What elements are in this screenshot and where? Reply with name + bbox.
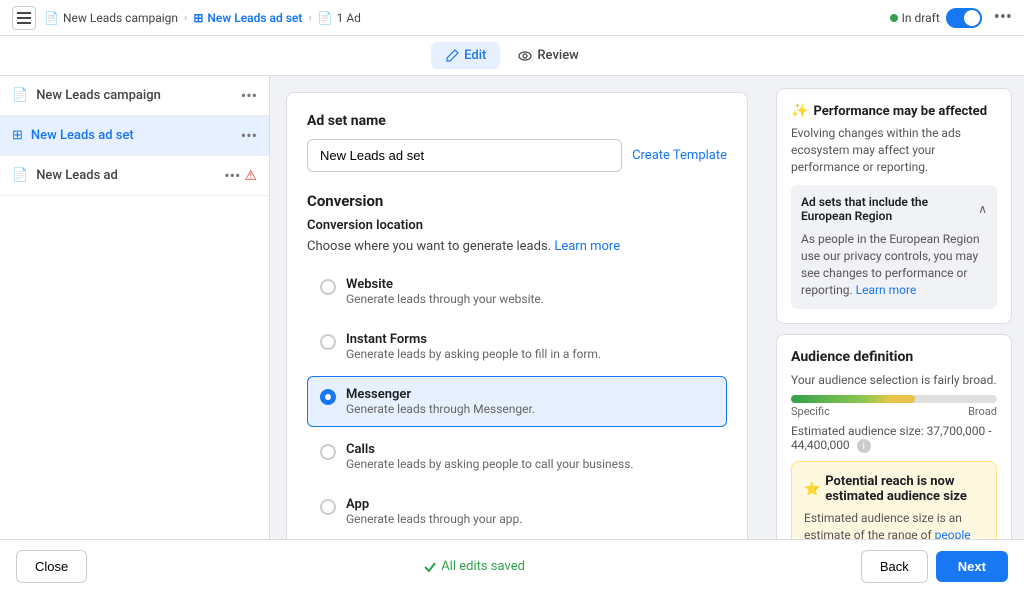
radio-messenger-desc: Generate leads through Messenger.	[346, 402, 535, 416]
breadcrumb-campaign[interactable]: 📄 New Leads campaign	[44, 11, 178, 25]
ad-sidebar-icon: 📄	[12, 168, 28, 183]
content-inner: Ad set name Create Template Conversion C…	[286, 92, 748, 539]
campaign-sidebar-icon: 📄	[12, 88, 28, 103]
status-badge: In draft	[890, 11, 940, 25]
eu-region-text: As people in the European Region use our…	[801, 231, 987, 298]
sidebar-adset-label: New Leads ad set	[31, 128, 237, 143]
radio-messenger-title: Messenger	[346, 387, 535, 402]
eye-icon	[518, 49, 532, 63]
radio-calls[interactable]: Calls Generate leads by asking people to…	[307, 431, 727, 482]
ad-more-button[interactable]: •••	[224, 166, 240, 185]
conversion-desc: Choose where you want to generate leads.…	[307, 239, 727, 254]
create-template-link[interactable]: Create Template	[632, 148, 727, 163]
ad-set-name-label: Ad set name	[307, 113, 727, 129]
audience-definition-card: Audience definition Your audience select…	[776, 334, 1012, 539]
radio-instant-forms-title: Instant Forms	[346, 332, 601, 347]
performance-card-text: Evolving changes within the ads ecosyste…	[791, 125, 997, 175]
sidebar: 📄 New Leads campaign ••• ⊞ New Leads ad …	[0, 76, 270, 539]
ad-warning-icon: ⚠	[244, 168, 257, 184]
nav-buttons: Back Next	[861, 550, 1008, 583]
radio-circle-website	[320, 279, 336, 295]
main-layout: 📄 New Leads campaign ••• ⊞ New Leads ad …	[0, 76, 1024, 539]
audience-definition-subtitle: Your audience selection is fairly broad.	[791, 373, 997, 387]
potential-reach-card: ⭐ Potential reach is now estimated audie…	[791, 461, 997, 539]
breadcrumb: 📄 New Leads campaign › ⊞ New Leads ad se…	[44, 11, 890, 25]
close-button[interactable]: Close	[16, 550, 87, 583]
sidebar-toggle[interactable]	[12, 6, 36, 30]
audience-size-info-icon[interactable]: i	[857, 439, 871, 453]
adset-sidebar-icon: ⊞	[12, 128, 23, 143]
campaign-more-button[interactable]: •••	[241, 86, 257, 105]
saved-status: All edits saved	[423, 559, 525, 574]
radio-circle-app	[320, 499, 336, 515]
tab-edit[interactable]: Edit	[431, 42, 500, 69]
radio-website-title: Website	[346, 277, 544, 292]
breadcrumb-sep-2: ›	[308, 11, 311, 24]
audience-bar-labels: Specific Broad	[791, 405, 997, 418]
bottom-bar: Close All edits saved Back Next	[0, 539, 1024, 593]
audience-bar: Specific Broad	[791, 395, 997, 418]
sidebar-ad-label: New Leads ad	[36, 168, 220, 183]
sidebar-campaign-label: New Leads campaign	[36, 88, 237, 103]
radio-website[interactable]: Website Generate leads through your webs…	[307, 266, 727, 317]
eu-learn-more-link[interactable]: Learn more	[856, 283, 917, 297]
eu-region-card: Ad sets that include the European Region…	[791, 185, 997, 308]
breadcrumb-sep-1: ›	[184, 11, 187, 24]
radio-app-title: App	[346, 497, 522, 512]
radio-instant-forms-desc: Generate leads by asking people to fill …	[346, 347, 601, 361]
radio-calls-desc: Generate leads by asking people to call …	[346, 457, 634, 471]
conversion-location-label: Conversion location	[307, 218, 727, 233]
sidebar-item-adset[interactable]: ⊞ New Leads ad set •••	[0, 116, 269, 156]
eu-region-title: Ad sets that include the European Region	[801, 195, 978, 223]
star-icon: ⭐	[804, 482, 820, 497]
sidebar-item-campaign[interactable]: 📄 New Leads campaign •••	[0, 76, 269, 116]
conversion-title: Conversion	[307, 192, 727, 210]
next-button[interactable]: Next	[936, 551, 1008, 582]
eu-region-header: Ad sets that include the European Region…	[801, 195, 987, 223]
eu-region-collapse-button[interactable]: ∧	[978, 202, 987, 216]
radio-circle-calls	[320, 444, 336, 460]
more-menu-button[interactable]: •••	[994, 7, 1012, 28]
adset-more-button[interactable]: •••	[241, 126, 257, 145]
checkmark-icon	[423, 560, 437, 574]
radio-messenger[interactable]: Messenger Generate leads through Messeng…	[307, 376, 727, 427]
potential-reach-text: Estimated audience size is an estimate o…	[804, 510, 984, 539]
conversion-section: Conversion Conversion location Choose wh…	[307, 192, 727, 537]
adset-icon: ⊞	[193, 11, 203, 25]
ad-icon: 📄	[318, 11, 333, 25]
right-panel: ✨ Performance may be affected Evolving c…	[764, 76, 1024, 539]
sidebar-item-ad[interactable]: 📄 New Leads ad ••• ⚠	[0, 156, 269, 196]
people-link[interactable]: people	[935, 528, 971, 539]
breadcrumb-ad[interactable]: 📄 1 Ad	[318, 11, 361, 25]
radio-circle-instant-forms	[320, 334, 336, 350]
edit-icon	[445, 49, 459, 63]
ad-set-name-row: Create Template	[307, 139, 727, 172]
radio-app[interactable]: App Generate leads through your app.	[307, 486, 727, 537]
breadcrumb-adset[interactable]: ⊞ New Leads ad set	[193, 11, 302, 25]
edit-review-bar: Edit Review	[0, 36, 1024, 76]
audience-size: Estimated audience size: 37,700,000 - 44…	[791, 424, 997, 454]
ad-set-name-input[interactable]	[307, 139, 622, 172]
radio-circle-messenger	[320, 389, 336, 405]
draft-toggle[interactable]	[946, 8, 982, 28]
status-dot	[890, 14, 898, 22]
potential-reach-title: ⭐ Potential reach is now estimated audie…	[804, 474, 984, 504]
radio-instant-forms[interactable]: Instant Forms Generate leads by asking p…	[307, 321, 727, 372]
audience-bar-fill	[791, 395, 915, 403]
audience-bar-bg	[791, 395, 997, 403]
radio-website-desc: Generate leads through your website.	[346, 292, 544, 306]
performance-card: ✨ Performance may be affected Evolving c…	[776, 88, 1012, 324]
back-button[interactable]: Back	[861, 550, 928, 583]
radio-calls-title: Calls	[346, 442, 634, 457]
campaign-icon: 📄	[44, 11, 59, 25]
radio-app-desc: Generate leads through your app.	[346, 512, 522, 526]
content-area: Ad set name Create Template Conversion C…	[270, 76, 764, 539]
learn-more-link[interactable]: Learn more	[554, 239, 620, 254]
sparkle-icon: ✨	[791, 103, 808, 119]
tab-review[interactable]: Review	[504, 42, 592, 69]
top-bar: 📄 New Leads campaign › ⊞ New Leads ad se…	[0, 0, 1024, 36]
audience-definition-title: Audience definition	[791, 349, 997, 365]
performance-card-title: ✨ Performance may be affected	[791, 103, 997, 119]
